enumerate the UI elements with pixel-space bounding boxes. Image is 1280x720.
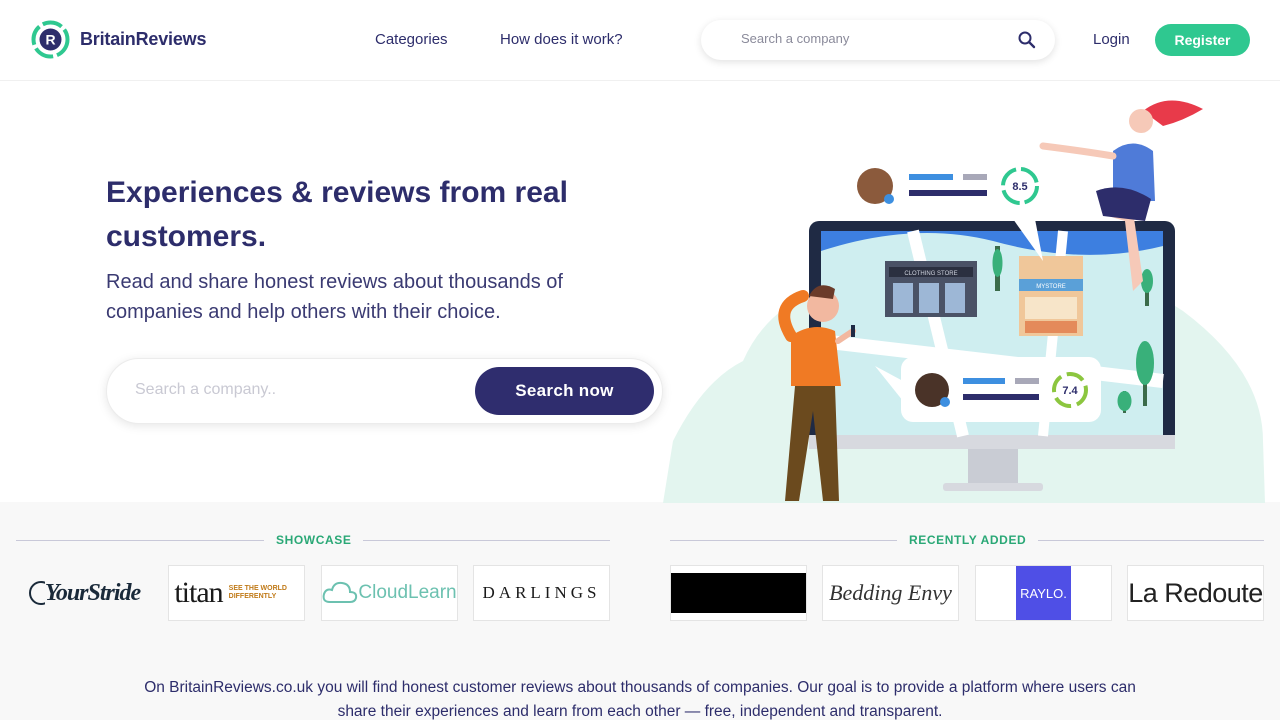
search-icon[interactable]: [1017, 30, 1037, 50]
logo-raylo[interactable]: RAYLO.: [975, 565, 1112, 621]
search-now-button[interactable]: Search now: [475, 367, 654, 415]
clothing-store-icon: CLOTHING STORE: [885, 261, 977, 317]
logo-titan[interactable]: titan SEE THE WORLD DIFFERENTLY: [168, 565, 305, 621]
header-search-bar: [701, 20, 1055, 60]
hero-search-bar: Search now: [106, 358, 663, 424]
yourstride-icon: [28, 581, 45, 605]
svg-text:CLOTHING STORE: CLOTHING STORE: [904, 271, 957, 277]
hero-illustration: CLOTHING STORE MYSTORE 8.5 7.4: [663, 100, 1265, 503]
titan-tagline: SEE THE WORLD DIFFERENTLY: [228, 585, 287, 600]
brand-logo[interactable]: R BritainReviews: [30, 19, 206, 60]
hero-subtitle: Read and share honest reviews about thou…: [106, 271, 563, 323]
register-button[interactable]: Register: [1155, 24, 1250, 56]
mystore-icon: MYSTORE: [1019, 256, 1083, 336]
hero-search-input[interactable]: [135, 381, 455, 399]
logo-la-redoute[interactable]: La Redoute: [1127, 565, 1264, 621]
brand-logo-icon: R: [31, 20, 70, 59]
brand-name: BritainReviews: [80, 29, 207, 49]
site-header: R BritainReviews Categories How does it …: [0, 0, 1280, 80]
intro-paragraph: On BritainReviews.co.uk you will find ho…: [144, 679, 1136, 720]
login-link[interactable]: Login: [1093, 31, 1130, 48]
cloud-icon: [323, 581, 358, 603]
hero-section: Experiences & reviews from real customer…: [0, 80, 1280, 503]
hero-title: Experiences & reviews from real customer…: [106, 176, 568, 253]
showcase-label: SHOWCASE: [264, 533, 364, 547]
svg-text:R: R: [45, 32, 55, 48]
logo-bedding-envy[interactable]: Bedding Envy: [822, 565, 959, 621]
logo-yourstride[interactable]: YourStride: [16, 565, 153, 621]
logo-black-placeholder[interactable]: [670, 565, 807, 621]
svg-text:MYSTORE: MYSTORE: [1036, 284, 1066, 290]
nav-how-it-works[interactable]: How does it work?: [500, 31, 623, 48]
score-1: 8.5: [1012, 181, 1027, 193]
recently-added-label: RECENTLY ADDED: [897, 533, 1039, 547]
logo-darlings[interactable]: DARLINGS: [473, 565, 610, 621]
review-bubble-2: 7.4: [875, 357, 1101, 422]
nav-categories[interactable]: Categories: [375, 31, 448, 48]
logo-cloudlearn[interactable]: CloudLearn: [321, 565, 458, 621]
score-2: 7.4: [1062, 385, 1078, 397]
header-search-input[interactable]: [741, 31, 991, 46]
